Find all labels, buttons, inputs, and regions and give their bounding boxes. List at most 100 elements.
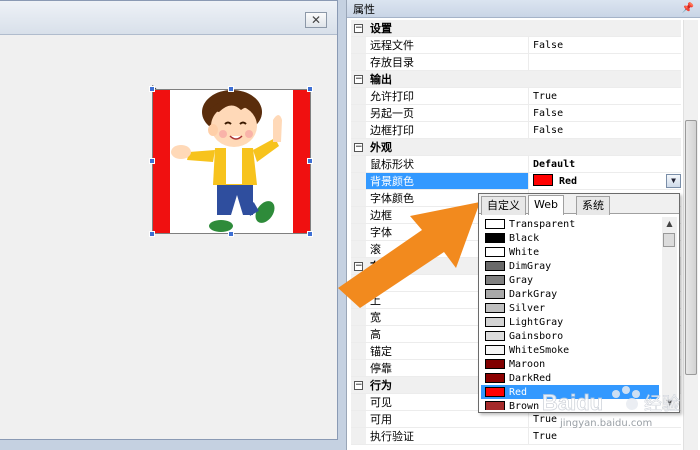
resize-handle-s[interactable] [228,231,234,237]
color-tabs: 自定义 Web 系统 [479,194,679,215]
property-value[interactable]: Default [529,156,681,172]
row-gutter [351,428,366,444]
color-swatch [485,289,505,299]
row-gutter: − [351,377,366,393]
panel-title: 属性 [353,2,375,16]
tab-system[interactable]: 系统 [576,196,610,215]
color-swatch [485,219,505,229]
property-row[interactable]: 边框打印 False [351,122,681,139]
color-swatch [485,401,505,410]
property-category[interactable]: − 设置 [351,20,681,37]
property-row[interactable]: 另起一页 False [351,105,681,122]
resize-handle-e[interactable] [307,158,313,164]
color-list-scroll-thumb[interactable] [663,233,675,247]
color-name: Brown [509,400,540,411]
row-gutter [351,411,366,427]
resize-handle-nw[interactable] [149,86,155,92]
collapse-icon[interactable]: − [354,142,363,152]
property-value[interactable]: False [529,122,681,138]
property-value[interactable]: True [529,88,681,104]
document-tab-strip: ✕ [0,1,337,35]
color-item[interactable]: WhiteSmoke [481,343,659,357]
color-name: Gray [509,274,534,286]
resize-handle-se[interactable] [307,231,313,237]
color-item[interactable]: Gainsboro [481,329,659,343]
row-gutter: − [351,71,366,87]
picture-control[interactable] [152,89,311,234]
row-gutter [351,394,366,410]
resize-handle-sw[interactable] [149,231,155,237]
property-row[interactable]: 背景颜色 Red ▼ [351,173,681,190]
category-label: 外观 [370,141,392,154]
dropdown-arrow-icon[interactable]: ▼ [666,174,681,188]
tab-custom[interactable]: 自定义 [481,196,526,215]
resize-handle-w[interactable] [149,158,155,164]
property-row[interactable]: 执行验证 True [351,428,681,445]
color-name: Transparent [509,218,576,230]
color-item[interactable]: White [481,245,659,259]
color-swatch [485,303,505,313]
color-swatch [485,331,505,341]
color-swatch [485,275,505,285]
row-gutter: − [351,139,366,155]
color-swatch [533,174,553,186]
property-value[interactable]: False [529,105,681,121]
resize-handle-n[interactable] [228,86,234,92]
property-name: 执行验证 [366,428,529,444]
property-category[interactable]: − 外观 [351,139,681,156]
scrollbar-thumb[interactable] [685,120,697,375]
property-name: 另起一页 [366,105,529,121]
color-item[interactable]: DimGray [481,259,659,273]
color-item[interactable]: Maroon [481,357,659,371]
color-name: Silver [509,302,546,314]
designer-pane: ✕ ✥ [0,0,346,450]
row-gutter [351,88,366,104]
property-value[interactable]: False [529,37,681,53]
color-name: DarkGray [509,288,558,300]
collapse-icon[interactable]: − [354,380,363,390]
row-gutter [351,326,366,342]
row-gutter [351,54,366,70]
color-name: WhiteSmoke [509,344,570,356]
color-swatch [485,359,505,369]
collapse-icon[interactable]: − [354,74,363,84]
close-button[interactable]: ✕ [305,12,327,28]
color-item[interactable]: Gray [481,273,659,287]
row-gutter: − [351,20,366,36]
scroll-up-icon[interactable]: ▲ [662,217,677,231]
color-name: LightGray [509,316,564,328]
property-value[interactable] [529,54,681,70]
property-name: 允许打印 [366,88,529,104]
color-item[interactable]: Black [481,231,659,245]
color-item[interactable]: DarkGray [481,287,659,301]
resize-handle-ne[interactable] [307,86,313,92]
properties-title-bar: 属性 📌 [347,0,700,18]
property-value[interactable]: Red ▼ [529,173,681,189]
property-name: 鼠标形状 [366,156,529,172]
property-value-text: Red [559,176,578,187]
orange-arrow-annotation [338,202,480,308]
color-swatch [485,373,505,383]
property-row[interactable]: 存放目录 [351,54,681,71]
color-swatch [485,317,505,327]
property-name: 边框打印 [366,122,529,138]
color-name: Black [509,232,540,244]
collapse-icon[interactable]: − [354,23,363,33]
property-value[interactable]: True [529,428,681,444]
color-item[interactable]: Silver [481,301,659,315]
property-name: 存放目录 [366,54,529,70]
tab-web[interactable]: Web [528,195,564,215]
color-swatch [485,247,505,257]
color-item[interactable]: Transparent [481,217,659,231]
property-name: 可用 [366,411,529,427]
pin-icon[interactable]: 📌 [682,3,694,14]
property-name: 背景颜色 [366,173,529,189]
row-gutter [351,122,366,138]
property-category[interactable]: − 输出 [351,71,681,88]
property-row[interactable]: 允许打印 True [351,88,681,105]
property-row[interactable]: 远程文件 False [351,37,681,54]
category-label: 输出 [370,73,392,86]
row-gutter [351,173,366,189]
color-item[interactable]: LightGray [481,315,659,329]
property-row[interactable]: 鼠标形状 Default [351,156,681,173]
